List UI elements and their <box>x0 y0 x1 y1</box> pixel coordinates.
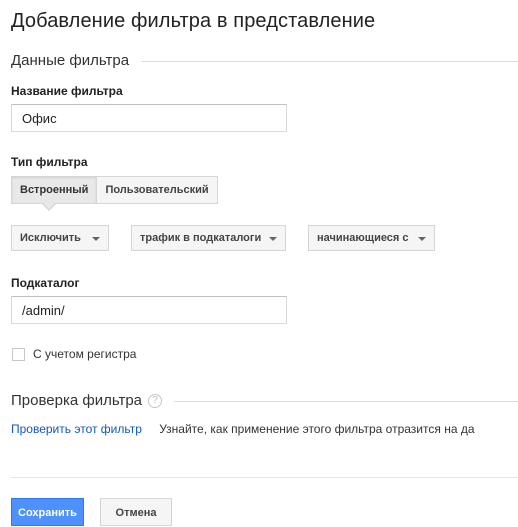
filter-name-label: Название фильтра <box>11 84 123 98</box>
chevron-down-icon <box>92 237 100 241</box>
cancel-button[interactable]: Отмена <box>100 498 172 526</box>
filter-data-section-header: Данные фильтра <box>11 52 518 69</box>
actions-divider <box>11 477 518 478</box>
verification-section-title: Проверка фильтра <box>11 392 143 409</box>
filter-data-section-title: Данные фильтра <box>11 52 130 69</box>
filter-source-dropdown[interactable]: трафик в подкаталоги <box>131 225 286 251</box>
filter-type-label: Тип фильтра <box>11 155 88 169</box>
filter-name-input[interactable] <box>11 104 287 132</box>
filter-type-custom-button[interactable]: Пользовательский <box>97 176 218 204</box>
verify-filter-description: Узнайте, как применение этого фильтра от… <box>159 422 475 436</box>
verify-filter-link[interactable]: Проверить этот фильтр <box>11 422 142 436</box>
selected-indicator-caret-fill <box>43 203 55 209</box>
section-divider <box>174 401 518 402</box>
filter-type-predefined-button[interactable]: Встроенный <box>11 176 98 211</box>
chevron-down-icon <box>269 237 277 241</box>
filter-expression-dropdown[interactable]: начинающиеся с <box>308 225 435 251</box>
case-sensitive-label: С учетом регистра <box>33 347 137 361</box>
filter-source-value: трафик в подкаталоги <box>140 232 262 244</box>
page-title: Добавление фильтра в представление <box>11 10 376 32</box>
chevron-down-icon <box>418 237 426 241</box>
filter-action-value: Исключить <box>20 232 81 244</box>
section-divider <box>141 61 518 62</box>
filter-type-predefined-label: Встроенный <box>20 184 89 196</box>
filter-expression-value: начинающиеся с <box>317 232 409 244</box>
case-sensitive-row: С учетом регистра <box>12 347 136 361</box>
question-mark-icon[interactable]: ? <box>148 393 163 408</box>
subdirectory-label: Подкаталог <box>11 276 80 290</box>
filter-type-toggle: Встроенный Пользовательский <box>11 176 218 211</box>
filter-action-dropdown[interactable]: Исключить <box>11 225 109 251</box>
verification-row: Проверить этот фильтр Узнайте, как приме… <box>11 422 475 436</box>
subdirectory-input[interactable] <box>11 296 287 324</box>
verification-section-header: Проверка фильтра ? <box>11 392 518 409</box>
save-button[interactable]: Сохранить <box>11 498 84 526</box>
case-sensitive-checkbox[interactable] <box>12 347 25 361</box>
filter-type-custom-label: Пользовательский <box>105 184 209 196</box>
